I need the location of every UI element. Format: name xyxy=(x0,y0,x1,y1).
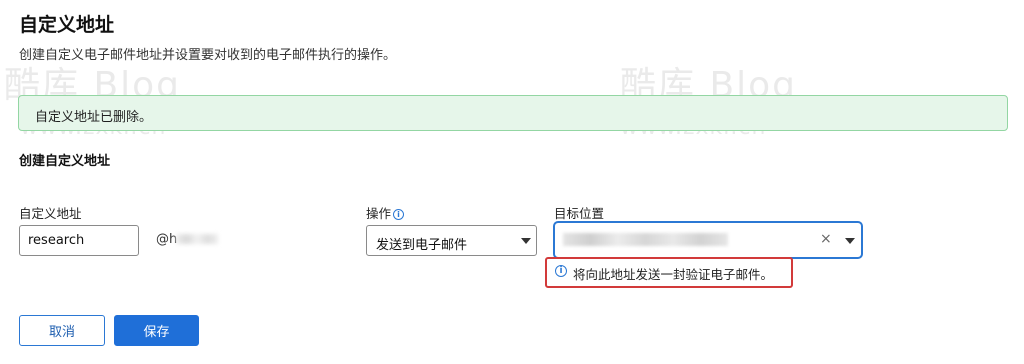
success-banner: 自定义地址已删除。 xyxy=(18,95,1008,131)
banner-message: 自定义地址已删除。 xyxy=(35,110,153,125)
cancel-button[interactable]: 取消 xyxy=(19,315,105,346)
action-selected-value: 发送到电子邮件 xyxy=(376,238,468,253)
hint-text: 将向此地址发送一封验证电子邮件。 xyxy=(573,267,774,282)
action-select[interactable]: 发送到电子邮件 xyxy=(366,225,537,256)
target-label: 目标位置 xyxy=(554,206,605,221)
target-redacted-value xyxy=(563,233,728,246)
custom-address-label: 自定义地址 xyxy=(19,206,82,221)
page-subtitle: 创建自定义电子邮件地址并设置要对收到的电子邮件执行的操作。 xyxy=(19,48,397,63)
custom-address-input[interactable] xyxy=(19,225,139,256)
verification-hint: i 将向此地址发送一封验证电子邮件。 xyxy=(545,257,793,288)
info-icon: i xyxy=(555,265,567,277)
action-label-row: 操作 i xyxy=(366,203,405,222)
page-title: 自定义地址 xyxy=(19,14,115,36)
save-button[interactable]: 保存 xyxy=(114,315,199,346)
action-label: 操作 xyxy=(366,206,392,221)
section-title: 创建自定义地址 xyxy=(19,154,111,169)
info-icon[interactable]: i xyxy=(393,209,405,220)
domain-redacted xyxy=(176,234,218,244)
chevron-down-icon[interactable] xyxy=(845,238,855,244)
target-combobox[interactable]: × xyxy=(553,221,863,259)
chevron-down-icon xyxy=(521,238,531,244)
domain-suffix: @h xyxy=(156,232,178,247)
clear-icon[interactable]: × xyxy=(820,231,832,247)
